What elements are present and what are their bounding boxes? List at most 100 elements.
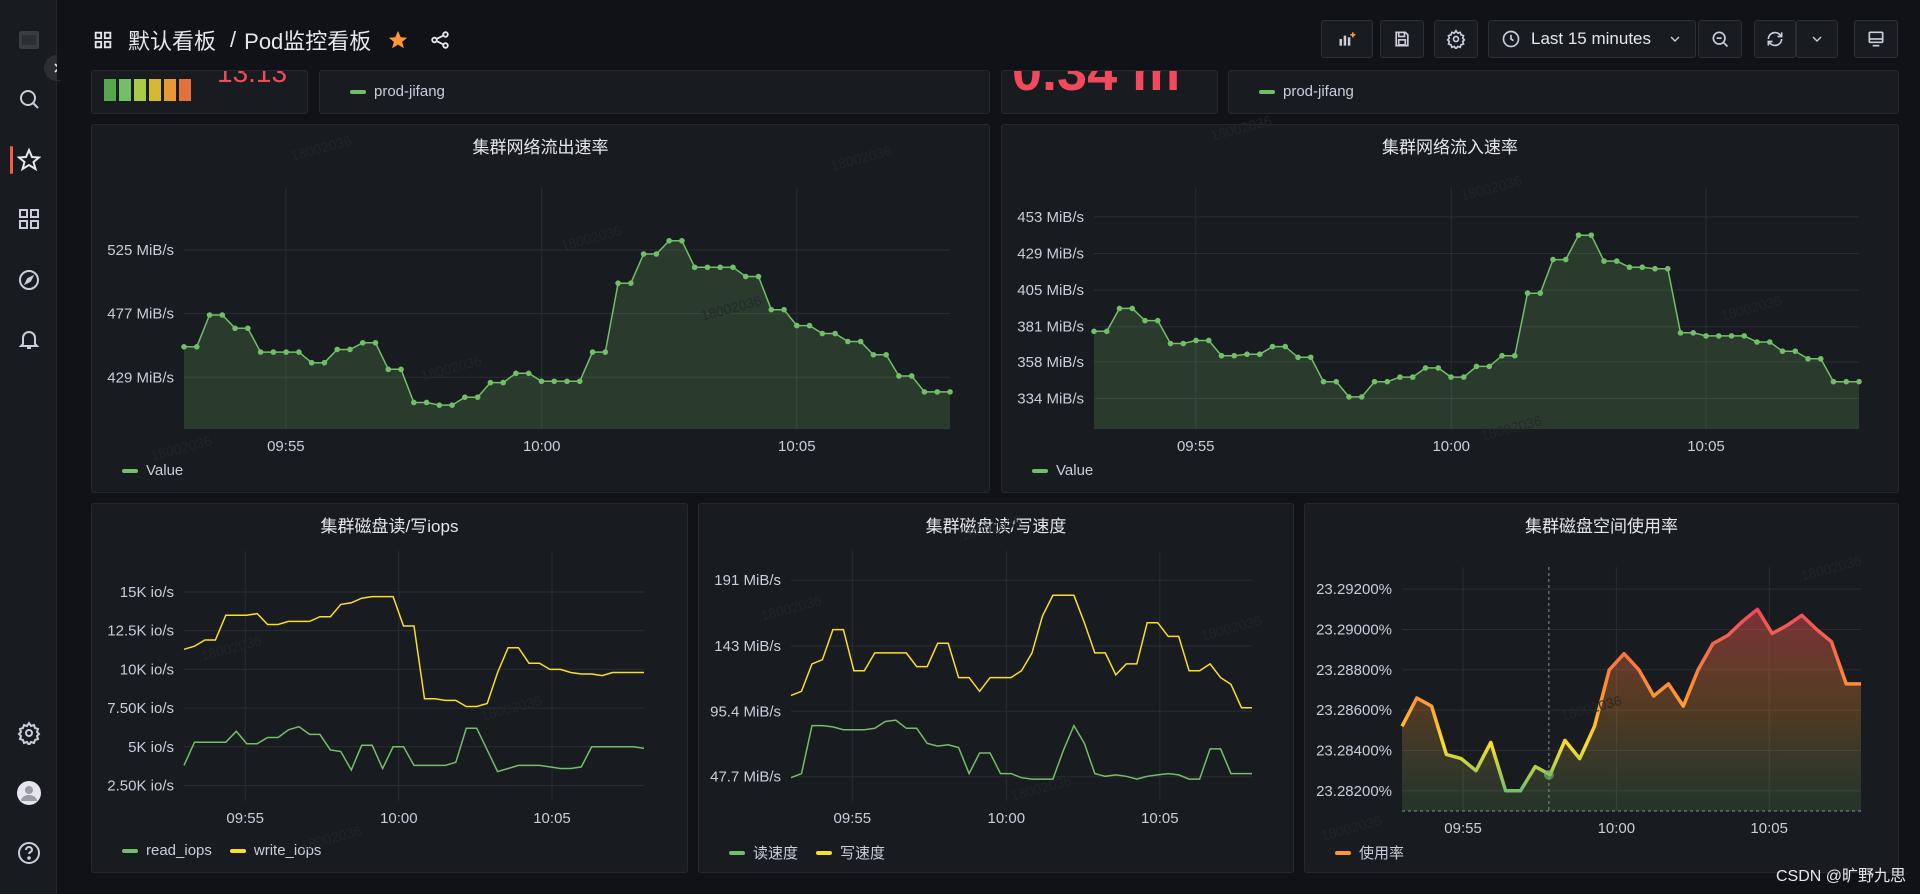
breadcrumb-dashboard[interactable]: Pod监控看板 [244,24,371,56]
grafana-logo-icon[interactable] [17,28,41,52]
chart-disk-speed: 47.7 MiB/s 95.4 MiB/s 143 MiB/s 191 MiB/s 09… [710,551,1252,827]
data-point [1690,330,1697,336]
data-point [1792,348,1799,354]
data-point [1116,305,1123,312]
starred-icon[interactable] [17,148,41,172]
partial-stat-value: 13.13 [217,70,288,88]
data-point [1358,394,1365,400]
legend-item-value[interactable]: Value [122,462,183,479]
data-point [564,378,570,385]
data-point [398,366,404,373]
partial-stat-value: 0.34 m [1012,70,1181,102]
x-tick-label: 09:55 [267,438,305,455]
time-range-label: Last 15 minutes [1531,29,1652,48]
dashboard-settings-button[interactable] [1434,20,1478,58]
panel-disk-iops[interactable]: 集群磁盘读/写iops 2.50K io/s 5K io/s 7.50K io/s 1… [91,503,688,873]
data-point [896,373,902,379]
data-point [1805,355,1811,362]
data-point [1715,333,1722,339]
data-point [1422,365,1429,371]
refresh-button[interactable] [1754,20,1796,58]
dashboards-icon[interactable] [17,207,41,231]
data-point [1320,378,1327,385]
data-point [1193,337,1199,344]
legend-item-usage[interactable]: 使用率 [1335,842,1404,863]
data-point [513,370,519,377]
data-point [666,237,672,244]
y-tick-label: 429 MiB/s [1017,245,1084,262]
y-tick-label: 10K io/s [120,661,174,678]
data-point [589,349,596,355]
y-tick-label: 334 MiB/s [1017,390,1084,407]
data-point [257,349,264,355]
y-tick-label: 2.50K io/s [107,778,174,795]
data-point [411,399,417,406]
settings-gear-icon[interactable] [17,721,41,745]
side-menu [0,0,57,894]
data-point [423,399,430,406]
data-point [1511,352,1518,359]
help-icon[interactable] [17,841,41,865]
panel-disk-usage[interactable]: 集群磁盘空间使用率 23.28200% 23.28400% 23.28600% 23.… [1304,503,1899,873]
series-line-1 [790,594,1252,709]
data-point [947,389,953,395]
legend-item-value[interactable]: Value [1032,462,1093,479]
y-tick-label: 191 MiB/s [714,572,781,589]
tv-mode-button[interactable] [1854,20,1898,58]
data-point [1307,354,1314,361]
time-range-picker[interactable]: Last 15 minutes [1488,20,1696,58]
data-point [1473,363,1480,370]
data-point [1741,333,1748,339]
breadcrumb-separator: / [230,27,237,52]
data-point [1409,374,1416,380]
data-point [219,312,226,318]
share-icon[interactable] [429,29,451,51]
refresh-icon [1767,31,1783,47]
panel-disk-speed[interactable]: 集群磁盘读/写速度 47.7 MiB/s 95.4 MiB/s 143 MiB/s 1… [698,503,1294,873]
breadcrumb-folder[interactable]: 默认看板 [128,24,216,56]
y-tick-label: 23.28200% [1316,783,1392,800]
y-tick-label: 15K io/s [120,584,174,601]
data-point [449,402,455,408]
legend-item-read-speed[interactable]: 读速度 [729,842,798,863]
active-indicator [10,146,13,174]
data-point [832,330,838,337]
add-panel-button[interactable] [1321,20,1373,58]
legend-item-write-speed[interactable]: 写速度 [816,842,885,863]
chart-network-in: 334 MiB/s 358 MiB/s 381 MiB/s 405 MiB/s 429 … [1017,187,1862,455]
data-point [206,312,213,318]
y-tick-label: 453 MiB/s [1017,209,1084,226]
data-point [551,378,558,385]
search-icon[interactable] [17,87,41,111]
data-point [1639,264,1646,271]
y-tick-label: 358 MiB/s [1017,354,1084,371]
data-point [1397,374,1403,380]
data-point [474,394,481,400]
hover-point [1543,769,1554,780]
save-dashboard-button[interactable] [1380,20,1424,58]
explore-compass-icon[interactable] [17,268,41,292]
legend-item-read-iops[interactable]: read_iops [122,842,212,859]
x-tick-label: 09:55 [226,810,264,827]
partial-panel-1: 13.13 [91,70,308,114]
monitor-icon [1868,31,1884,47]
x-tick-label: 10:00 [1598,820,1636,837]
user-avatar[interactable] [17,781,41,805]
alerting-bell-icon[interactable] [17,327,41,351]
chart-network-out: 429 MiB/s 477 MiB/s 525 MiB/s 09:55 10:00 10:… [107,187,953,455]
data-point [525,370,532,377]
panel-network-in[interactable]: 集群网络流入速率 334 MiB/s 358 MiB/s 381 MiB/s 405 … [1001,124,1899,493]
data-point [794,322,800,329]
data-point [1626,264,1633,271]
data-point [1142,317,1148,324]
panel-network-out[interactable]: 集群网络流出速率 429 MiB/s 477 MiB/s 525 MiB/s 09:5… [91,124,990,493]
data-point [781,306,787,313]
partial-panel-3: 0.34 m [1001,70,1218,114]
favorite-star-icon[interactable] [387,29,409,51]
x-tick-label: 10:05 [1750,820,1788,837]
legend-item-write-iops[interactable]: write_iops [229,842,321,859]
refresh-interval-dropdown[interactable] [1796,20,1838,58]
data-point [921,389,928,395]
zoom-out-button[interactable] [1698,20,1742,58]
data-point [615,280,621,286]
